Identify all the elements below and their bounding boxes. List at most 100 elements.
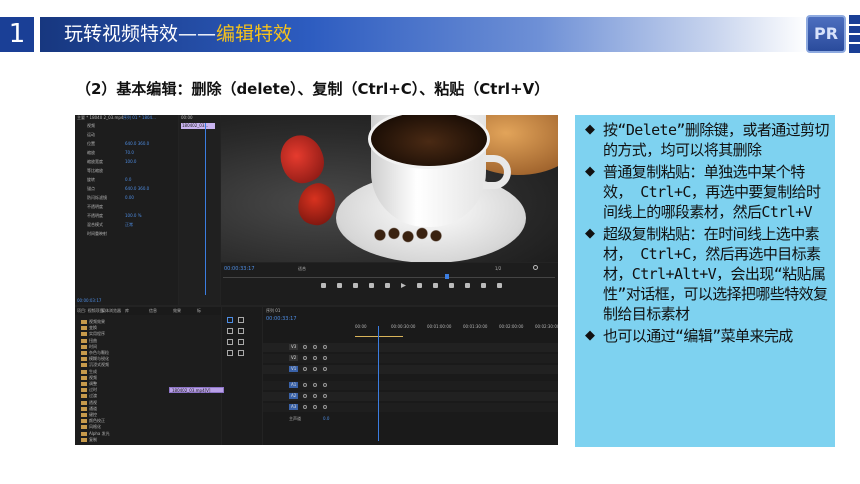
- track-header-label[interactable]: V3: [289, 344, 299, 350]
- property-value[interactable]: 正常: [125, 222, 133, 228]
- effect-property-row[interactable]: 运动: [77, 132, 177, 138]
- property-value[interactable]: 100.0: [125, 159, 136, 165]
- sync-icon[interactable]: [323, 394, 327, 398]
- go-to-out-icon[interactable]: [433, 283, 438, 288]
- effect-property-row[interactable]: 视频: [77, 123, 177, 129]
- panel-tab[interactable]: 标: [197, 308, 201, 314]
- step-back-icon[interactable]: [385, 283, 390, 288]
- sync-icon[interactable]: [323, 383, 327, 387]
- program-scrubber[interactable]: [223, 277, 555, 278]
- effect-property-row[interactable]: 混合模式 正常: [77, 222, 177, 228]
- effect-property-row[interactable]: 缩放 70.0: [77, 150, 177, 156]
- type-tool-icon[interactable]: [238, 350, 244, 356]
- track-header-label[interactable]: V1: [289, 366, 299, 372]
- effect-property-row[interactable]: 等比缩放: [77, 168, 177, 174]
- property-value[interactable]: 100.0 %: [125, 213, 142, 219]
- eye-icon[interactable]: [303, 367, 307, 371]
- video-track[interactable]: V2: [263, 354, 558, 363]
- eye-icon[interactable]: [303, 405, 307, 409]
- audio-track[interactable]: A1: [263, 381, 558, 390]
- lock-icon[interactable]: [313, 405, 317, 409]
- effect-property-row[interactable]: 防闪烁滤镜 0.00: [77, 195, 177, 201]
- property-value[interactable]: 0.0: [125, 177, 131, 183]
- sync-icon[interactable]: [323, 345, 327, 349]
- tools-panel: [222, 307, 262, 445]
- audio-track[interactable]: A2: [263, 392, 558, 401]
- eye-icon[interactable]: [303, 383, 307, 387]
- fit-dropdown[interactable]: 适合: [298, 266, 306, 272]
- master-track[interactable]: 主声道 0.0: [263, 415, 558, 424]
- panel-tab[interactable]: 信息: [149, 308, 157, 314]
- selection-tool-icon[interactable]: [227, 317, 233, 323]
- timeline-clip[interactable]: 180402_03.mp4[V]: [169, 387, 224, 393]
- diamond-bullet-icon: ◆: [585, 122, 595, 137]
- track-header-label[interactable]: V2: [289, 355, 299, 361]
- ruler-tick-label: 00:01:00:00: [427, 324, 452, 329]
- eye-icon[interactable]: [303, 394, 307, 398]
- lift-icon[interactable]: [449, 283, 454, 288]
- effect-property-row[interactable]: 旋转 0.0: [77, 177, 177, 183]
- settings-icon[interactable]: [497, 283, 502, 288]
- effect-property-row[interactable]: 锚点 640.0 360.0: [77, 186, 177, 192]
- effect-property-row[interactable]: 不透明度 100.0 %: [77, 213, 177, 219]
- sync-icon[interactable]: [323, 367, 327, 371]
- video-track[interactable]: V3: [263, 343, 558, 352]
- step-forward-icon[interactable]: [417, 283, 422, 288]
- timeline-playhead[interactable]: [378, 326, 379, 441]
- sequence-tab[interactable]: 序列 01 * 1804...: [123, 115, 156, 121]
- program-playhead[interactable]: [445, 274, 449, 279]
- effect-property-row[interactable]: 时间重映射: [77, 231, 177, 237]
- out-point-icon[interactable]: [353, 283, 358, 288]
- effect-folder-label: 通道: [89, 405, 97, 411]
- panel-tab[interactable]: 效果: [173, 308, 181, 314]
- video-track[interactable]: V1: [263, 365, 558, 374]
- resolution-dropdown[interactable]: 1/2: [495, 266, 501, 272]
- sync-icon[interactable]: [323, 356, 327, 360]
- go-to-in-icon[interactable]: [369, 283, 374, 288]
- timeline-ruler[interactable]: 00:00 00:00:30:00 00:01:00:00 00:01:30:00 00…: [355, 324, 558, 334]
- property-value[interactable]: 640.0 360.0: [125, 186, 149, 192]
- timeline-tab[interactable]: 序列 01: [266, 308, 280, 314]
- extract-icon[interactable]: [465, 283, 470, 288]
- track-header-label[interactable]: A1: [289, 382, 299, 388]
- panel-tab[interactable]: 项目: 视频项目: [77, 308, 104, 314]
- effect-folder-item[interactable]: 复制: [79, 437, 174, 444]
- eye-icon[interactable]: [303, 345, 307, 349]
- audio-track[interactable]: A3: [263, 403, 558, 412]
- effect-property-row[interactable]: 缩放宽度 100.0: [77, 159, 177, 165]
- sync-icon[interactable]: [323, 405, 327, 409]
- ripple-edit-icon[interactable]: [227, 328, 233, 334]
- eye-icon[interactable]: [303, 356, 307, 360]
- lock-icon[interactable]: [313, 345, 317, 349]
- ec-playhead[interactable]: [205, 123, 206, 295]
- master-track-value[interactable]: 0.0: [323, 416, 329, 422]
- wrench-icon[interactable]: [533, 265, 538, 270]
- work-area-bar[interactable]: [355, 336, 403, 337]
- panel-tab[interactable]: 媒体浏览器: [101, 308, 121, 314]
- export-frame-icon[interactable]: [481, 283, 486, 288]
- razor-tool-icon[interactable]: [238, 328, 244, 334]
- in-point-icon[interactable]: [337, 283, 342, 288]
- hand-tool-icon[interactable]: [227, 350, 233, 356]
- marker-icon[interactable]: [321, 283, 326, 288]
- lock-icon[interactable]: [313, 383, 317, 387]
- pen-tool-icon[interactable]: [238, 339, 244, 345]
- ec-clip-bar[interactable]: 180402_03...: [181, 123, 215, 129]
- play-icon[interactable]: [401, 283, 406, 288]
- property-value[interactable]: 640.0 360.0: [125, 141, 149, 147]
- track-header-label[interactable]: A2: [289, 393, 299, 399]
- master-track-label: 主声道: [289, 416, 301, 421]
- slip-tool-icon[interactable]: [227, 339, 233, 345]
- property-value[interactable]: 0.00: [125, 195, 134, 201]
- effect-property-row[interactable]: 位置 640.0 360.0: [77, 141, 177, 147]
- track-header-label[interactable]: A3: [289, 404, 299, 410]
- lock-icon[interactable]: [313, 394, 317, 398]
- folder-icon: [81, 431, 87, 436]
- panel-tab[interactable]: 库: [125, 308, 129, 314]
- effect-controls-tab[interactable]: 主要 * 18040 2_03.mp4: [77, 115, 123, 121]
- track-select-icon[interactable]: [238, 317, 244, 323]
- lock-icon[interactable]: [313, 356, 317, 360]
- effect-property-row[interactable]: 不透明度: [77, 204, 177, 210]
- lock-icon[interactable]: [313, 367, 317, 371]
- property-value[interactable]: 70.0: [125, 150, 134, 156]
